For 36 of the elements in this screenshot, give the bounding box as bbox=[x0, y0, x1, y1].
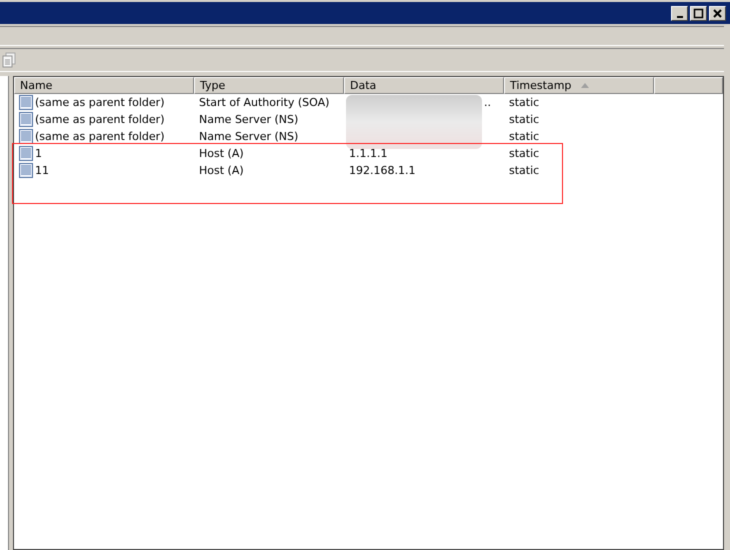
record-icon bbox=[19, 146, 33, 161]
column-header[interactable]: Timestamp bbox=[504, 77, 654, 94]
column-header[interactable] bbox=[654, 77, 723, 94]
close-icon bbox=[711, 6, 724, 20]
table-cell-text: static bbox=[508, 164, 540, 177]
table-cell: (same as parent folder) bbox=[35, 113, 164, 126]
maximize-button[interactable] bbox=[690, 6, 707, 20]
column-header[interactable]: Name bbox=[14, 77, 194, 94]
table-cell: 1 bbox=[35, 147, 42, 160]
minimize-button[interactable] bbox=[671, 6, 688, 20]
record-icon bbox=[19, 112, 33, 127]
table-cell-text: static bbox=[508, 96, 540, 109]
table-cell-text: Host (A) bbox=[198, 147, 245, 160]
record-icon bbox=[19, 163, 33, 178]
close-button[interactable] bbox=[709, 6, 726, 20]
table-cell-text: static bbox=[508, 130, 540, 143]
table-cell: (same as parent folder) bbox=[35, 130, 164, 143]
table-cell-text: Name Server (NS) bbox=[198, 130, 300, 143]
table-cell-text: .. bbox=[483, 96, 492, 109]
table-cell: 11 bbox=[35, 164, 49, 177]
table-cell-text: Host (A) bbox=[198, 164, 245, 177]
record-icon bbox=[19, 95, 33, 110]
record-icon bbox=[19, 129, 33, 144]
column-header[interactable]: Type bbox=[194, 77, 344, 94]
table-cell-text: static bbox=[508, 147, 540, 160]
table-cell-text: 192.168.1.1 bbox=[348, 164, 416, 177]
minimize-icon bbox=[676, 16, 682, 18]
table-cell: (same as parent folder) bbox=[35, 96, 164, 109]
table-cell-text: 1.1.1.1 bbox=[348, 147, 388, 160]
column-header[interactable]: Data bbox=[344, 77, 504, 94]
table-cell-text: static bbox=[508, 113, 540, 126]
maximize-icon bbox=[692, 6, 705, 20]
sort-arrow-icon bbox=[581, 83, 590, 88]
table-cell-text: Name Server (NS) bbox=[198, 113, 300, 126]
table-cell-text: Start of Authority (SOA) bbox=[198, 96, 330, 109]
properties-icon[interactable] bbox=[2, 52, 16, 68]
